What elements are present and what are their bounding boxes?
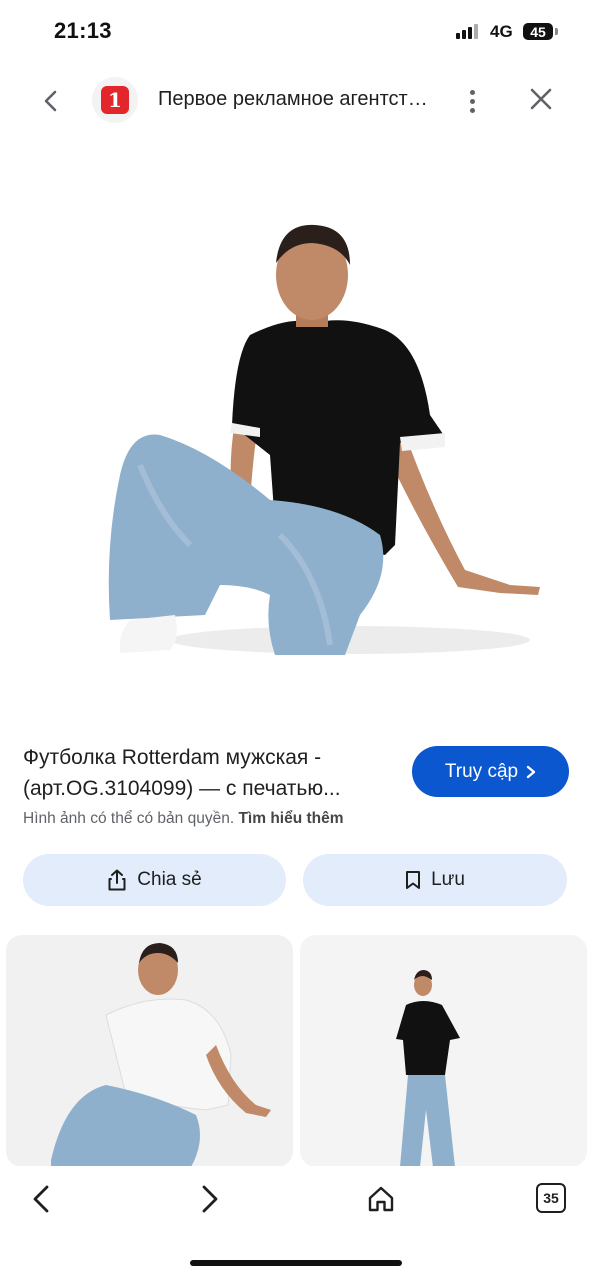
chevron-left-icon	[44, 90, 57, 112]
signal-icon	[456, 24, 478, 39]
dot-icon	[469, 89, 475, 95]
browser-forward-button[interactable]	[193, 1182, 227, 1216]
learn-more-link[interactable]: Tìm hiểu thêm	[238, 810, 343, 827]
browser-back-button[interactable]	[24, 1182, 58, 1216]
dot-icon	[469, 98, 475, 104]
chevron-right-icon	[202, 1185, 218, 1213]
copyright-text: Hình ảnh có thể có bản quyền.	[23, 810, 235, 827]
home-button[interactable]	[364, 1182, 398, 1216]
share-label: Chia sẻ	[137, 869, 202, 890]
bookmark-icon	[406, 871, 421, 889]
network-type: 4G	[490, 22, 513, 41]
chevron-right-icon	[526, 765, 536, 778]
home-indicator	[190, 1260, 402, 1266]
dot-icon	[469, 107, 475, 113]
save-label: Lưu	[431, 869, 465, 890]
share-button[interactable]: Chia sẻ	[23, 854, 286, 906]
related-image-graphic	[51, 943, 271, 1167]
battery-tip	[555, 28, 558, 35]
more-options-button[interactable]	[458, 84, 486, 118]
battery-icon: 45	[523, 23, 553, 40]
chevron-left-icon	[33, 1185, 49, 1213]
visit-button[interactable]: Truy cập	[412, 746, 569, 797]
result-title[interactable]: Футболка Rotterdam мужская - (арт.OG.310…	[23, 742, 395, 804]
site-logo-mark: 1	[101, 86, 129, 114]
back-button[interactable]	[34, 84, 68, 118]
share-icon	[108, 869, 126, 891]
site-logo[interactable]: 1	[92, 77, 138, 123]
related-image[interactable]	[300, 935, 587, 1167]
visit-button-label: Truy cập	[444, 760, 519, 782]
copyright-notice: Hình ảnh có thể có bản quyền. Tìm hiểu t…	[23, 810, 344, 828]
status-time: 21:13	[54, 18, 112, 43]
close-icon	[530, 88, 552, 110]
save-button[interactable]: Lưu	[303, 854, 567, 906]
tabs-button[interactable]: 35	[536, 1183, 566, 1213]
related-image-graphic	[396, 970, 460, 1167]
close-button[interactable]	[524, 82, 558, 116]
product-image[interactable]	[100, 215, 560, 660]
site-title[interactable]: Первое рекламное агентство	[158, 88, 428, 111]
related-image[interactable]	[6, 935, 293, 1167]
home-icon	[368, 1186, 394, 1212]
